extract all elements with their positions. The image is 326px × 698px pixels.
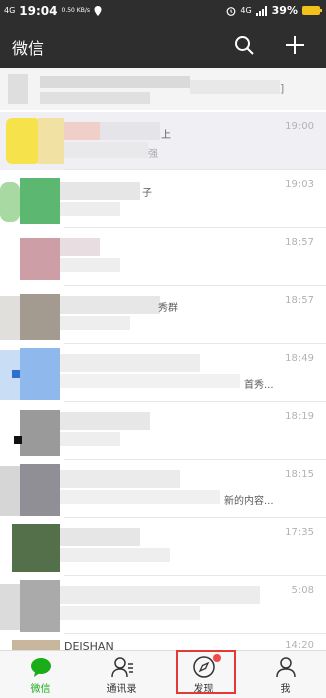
signal-indicator: 4G xyxy=(4,6,16,15)
chat-row[interactable]: DEISHAN 14:20 xyxy=(0,634,326,650)
app-header: 微信 xyxy=(0,22,326,68)
chat-row[interactable]: 上 强 19:00 xyxy=(0,112,326,170)
tab-label: 微信 xyxy=(30,684,51,695)
chat-time: 18:49 xyxy=(285,353,314,364)
chat-snippet: 子 xyxy=(142,188,152,199)
chat-row[interactable]: 首秀... 18:49 xyxy=(0,344,326,402)
chat-row[interactable]: 子 19:03 xyxy=(0,170,326,228)
chat-snippet: 上 xyxy=(161,130,171,141)
network-speed: 0.50 KB/s xyxy=(61,7,90,14)
tab-contacts[interactable]: 通讯录 xyxy=(81,651,162,698)
chat-row[interactable]: 18:57 xyxy=(0,228,326,286)
tab-label: 我 xyxy=(280,684,291,695)
chat-snippet: 首秀... xyxy=(244,380,274,391)
chat-time: 19:00 xyxy=(285,121,314,132)
chat-snippet: 秀群 xyxy=(158,303,178,314)
chat-time: 18:57 xyxy=(285,295,314,306)
cell-signal-icon xyxy=(255,5,267,16)
battery-percent: 39% xyxy=(271,4,298,17)
chat-row[interactable]: 新的内容... 18:15 xyxy=(0,460,326,518)
chat-snippet: 强 xyxy=(148,149,158,160)
tab-me[interactable]: 我 xyxy=(245,651,326,698)
highlight-box xyxy=(176,650,236,694)
chat-time: 14:20 xyxy=(285,640,314,650)
chat-time: 5:08 xyxy=(291,585,314,596)
chat-list[interactable]: ] 上 强 19:00 子 19:03 18:57 秀群 18:57 首秀...… xyxy=(0,68,326,650)
battery-icon xyxy=(302,6,322,15)
contacts-icon xyxy=(111,657,133,678)
top-banner[interactable]: ] xyxy=(0,68,326,110)
status-bar: 4G 19:04 0.50 KB/s 4G 39% xyxy=(0,0,326,22)
chat-time: 17:35 xyxy=(285,527,314,538)
tab-label: 通讯录 xyxy=(106,684,137,695)
chat-time: 18:57 xyxy=(285,237,314,248)
page-title: 微信 xyxy=(12,39,45,58)
chat-row[interactable]: 5:08 xyxy=(0,576,326,634)
network-type: 4G xyxy=(240,5,252,15)
alarm-icon xyxy=(226,6,236,16)
search-icon[interactable] xyxy=(233,34,255,56)
bottom-tab-bar: 微信 通讯录 发现 我 xyxy=(0,650,326,698)
chat-time: 19:03 xyxy=(285,179,314,190)
chat-row[interactable]: 秀群 18:57 xyxy=(0,286,326,344)
chat-row[interactable]: 17:35 xyxy=(0,518,326,576)
person-icon xyxy=(276,657,296,678)
tab-chats[interactable]: 微信 xyxy=(0,651,81,698)
clock: 19:04 xyxy=(19,4,58,18)
chat-row[interactable]: 18:19 xyxy=(0,402,326,460)
bracket-glyph: ] xyxy=(280,82,285,95)
chat-snippet: DEISHAN xyxy=(64,640,114,650)
chat-time: 18:15 xyxy=(285,469,314,480)
location-icon xyxy=(94,6,102,16)
chat-bubble-icon xyxy=(31,658,51,677)
chat-time: 18:19 xyxy=(285,411,314,422)
plus-icon[interactable] xyxy=(284,34,306,56)
chat-snippet: 新的内容... xyxy=(224,496,274,507)
